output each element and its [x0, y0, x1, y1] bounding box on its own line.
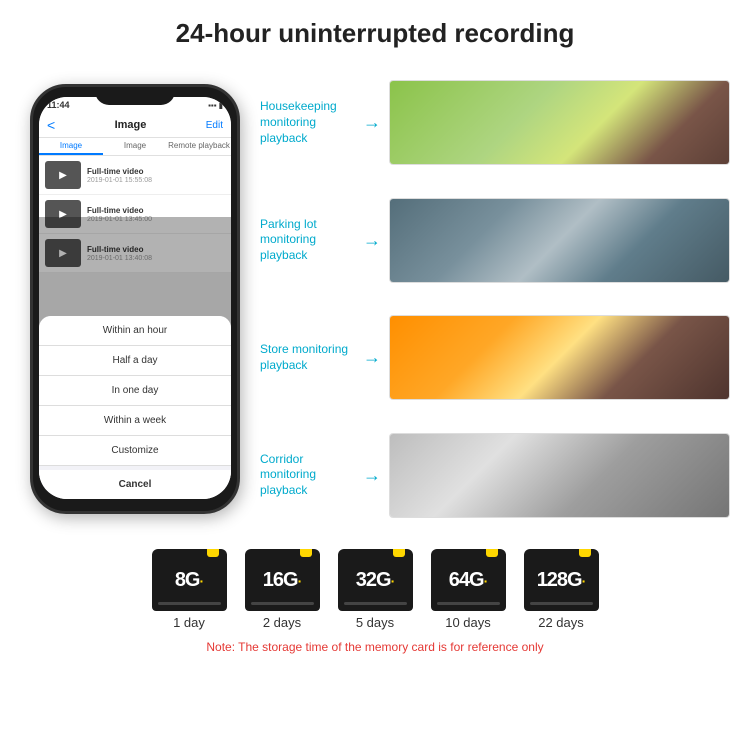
- storage-card-32g: 32G· 5 days: [338, 549, 413, 630]
- status-icons: ▪▪▪ ▮: [208, 101, 223, 110]
- monitoring-arrow-4: →: [363, 465, 381, 486]
- back-button[interactable]: <: [47, 117, 55, 133]
- storage-days-128g: 22 days: [538, 615, 584, 630]
- video-title-1: Full-time video: [87, 167, 225, 176]
- app-tabs: Image Image Remote playback: [39, 138, 231, 156]
- monitoring-image-1: [389, 80, 730, 165]
- storage-card-8g: 8G· 1 day: [152, 549, 227, 630]
- storage-days-16g: 2 days: [263, 615, 301, 630]
- monitoring-item-4: Corridor monitoring playback →: [260, 420, 730, 532]
- tab-image[interactable]: Image: [39, 138, 103, 155]
- monitoring-label-2: Parking lot monitoring playback: [260, 217, 355, 264]
- sd-card-8g: 8G·: [152, 549, 227, 611]
- storage-cards: 8G· 1 day 16G· 2 days 32G· 5 days 64G· 1…: [152, 549, 599, 630]
- dropdown-cancel[interactable]: Cancel: [39, 470, 231, 499]
- sd-label-8g: 8G·: [175, 569, 203, 592]
- video-info-1: Full-time video 2019-01-01 15:55:08: [87, 167, 225, 184]
- dropdown-item-1[interactable]: Within an hour: [39, 316, 231, 346]
- video-thumb-1: ▶: [45, 161, 81, 189]
- sd-card-32g: 32G·: [338, 549, 413, 611]
- app-header: < Image Edit: [39, 113, 231, 138]
- sd-label-128g: 128G·: [537, 569, 586, 592]
- page-header: 24-hour uninterrupted recording: [0, 0, 750, 59]
- video-title-2: Full-time video: [87, 206, 225, 215]
- video-item-1[interactable]: ▶ Full-time video 2019-01-01 15:55:08: [39, 156, 231, 195]
- storage-note: Note: The storage time of the memory car…: [206, 640, 543, 654]
- parking-img: [390, 199, 729, 282]
- monitoring-label-1: Housekeeping monitoring playback: [260, 99, 355, 146]
- sd-card-64g: 64G·: [431, 549, 506, 611]
- dropdown-item-3[interactable]: In one day: [39, 376, 231, 406]
- main-content: 11:44 ▪▪▪ ▮ < Image Edit Image Image Rem: [0, 59, 750, 539]
- sd-label-32g: 32G·: [356, 569, 394, 592]
- storage-days-32g: 5 days: [356, 615, 394, 630]
- sd-label-64g: 64G·: [449, 569, 487, 592]
- tab-image2[interactable]: Image: [103, 138, 167, 155]
- storage-card-64g: 64G· 10 days: [431, 549, 506, 630]
- dropdown-item-4[interactable]: Within a week: [39, 406, 231, 436]
- dropdown-item-2[interactable]: Half a day: [39, 346, 231, 376]
- phone-notch: [95, 87, 175, 105]
- monitoring-section: Housekeeping monitoring playback → Parki…: [260, 59, 730, 539]
- sd-card-128g: 128G·: [524, 549, 599, 611]
- edit-button[interactable]: Edit: [206, 120, 223, 131]
- store-img: [390, 316, 729, 399]
- tab-remote-playback[interactable]: Remote playback: [167, 138, 231, 155]
- phone-section: 11:44 ▪▪▪ ▮ < Image Edit Image Image Rem: [20, 59, 250, 539]
- status-time: 11:44: [47, 100, 70, 110]
- video-date-1: 2019-01-01 15:55:08: [87, 177, 225, 184]
- battery-icon: ▮: [219, 101, 223, 110]
- storage-card-16g: 16G· 2 days: [245, 549, 320, 630]
- sd-card-16g: 16G·: [245, 549, 320, 611]
- dropdown-item-5[interactable]: Customize: [39, 436, 231, 466]
- monitoring-item-3: Store monitoring playback →: [260, 302, 730, 414]
- storage-days-8g: 1 day: [173, 615, 205, 630]
- monitoring-image-3: [389, 315, 730, 400]
- sd-label-16g: 16G·: [263, 569, 301, 592]
- monitoring-item-2: Parking lot monitoring playback →: [260, 185, 730, 297]
- monitoring-item-1: Housekeeping monitoring playback →: [260, 67, 730, 179]
- monitoring-arrow-3: →: [363, 347, 381, 368]
- signal-icon: ▪▪▪: [208, 101, 217, 110]
- monitoring-label-3: Store monitoring playback: [260, 342, 355, 373]
- monitoring-arrow-2: →: [363, 230, 381, 251]
- monitoring-label-4: Corridor monitoring playback: [260, 452, 355, 499]
- phone-mockup: 11:44 ▪▪▪ ▮ < Image Edit Image Image Rem: [30, 84, 240, 514]
- storage-card-128g: 128G· 22 days: [524, 549, 599, 630]
- monitoring-arrow-1: →: [363, 112, 381, 133]
- app-title: Image: [115, 119, 147, 131]
- storage-section: 8G· 1 day 16G· 2 days 32G· 5 days 64G· 1…: [0, 539, 750, 654]
- monitoring-image-4: [389, 433, 730, 518]
- dropdown-sheet: Within an hour Half a day In one day Wit…: [39, 316, 231, 499]
- housekeeping-img: [390, 81, 729, 164]
- storage-days-64g: 10 days: [445, 615, 491, 630]
- dropdown-overlay: Within an hour Half a day In one day Wit…: [39, 217, 231, 499]
- page-title: 24-hour uninterrupted recording: [20, 18, 730, 49]
- corridor-img: [390, 434, 729, 517]
- phone-screen: 11:44 ▪▪▪ ▮ < Image Edit Image Image Rem: [39, 97, 231, 499]
- monitoring-image-2: [389, 198, 730, 283]
